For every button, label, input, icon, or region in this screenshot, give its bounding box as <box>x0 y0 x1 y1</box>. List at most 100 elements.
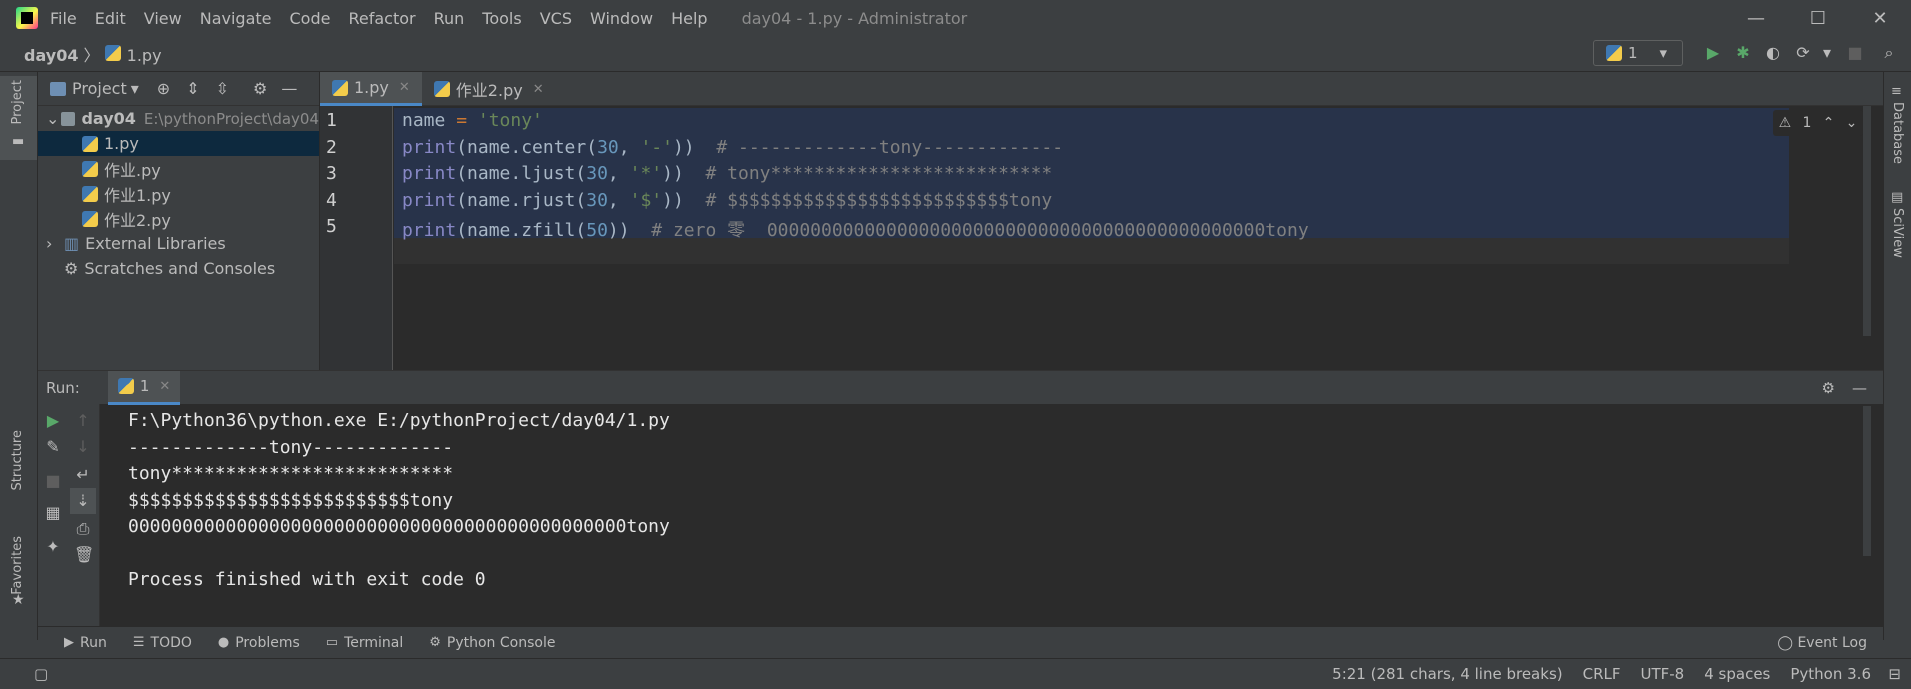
hide-icon[interactable]: — <box>1852 379 1867 397</box>
python-interpreter[interactable]: Python 3.6 <box>1790 665 1871 683</box>
line-separator[interactable]: CRLF <box>1583 665 1621 683</box>
bottom-tab-problems[interactable]: ● Problems <box>218 635 300 651</box>
pycharm-logo-icon <box>16 7 38 29</box>
chevron-down-icon[interactable]: ⌄ <box>1846 115 1858 131</box>
menu-item-vcs[interactable]: VCS <box>540 9 572 28</box>
code-token: '$' <box>629 189 663 211</box>
close-icon[interactable]: ✕ <box>533 82 544 97</box>
warning-icon: ⚠ <box>1778 115 1792 131</box>
project-tool-label[interactable]: Project <box>10 80 25 124</box>
tree-file[interactable]: 1.py <box>38 131 319 156</box>
menu-item-navigate[interactable]: Navigate <box>200 9 272 28</box>
tree-file[interactable]: 作业1.py <box>38 181 319 206</box>
run-icon[interactable]: ▶ <box>1704 44 1722 62</box>
gear-icon[interactable]: ⚙ <box>253 79 267 98</box>
lock-icon[interactable]: ⊟ <box>1888 665 1901 683</box>
console-scrollbar[interactable] <box>1863 406 1871 556</box>
indent-setting[interactable]: 4 spaces <box>1704 665 1770 683</box>
project-view-select[interactable]: Project <box>72 79 127 98</box>
tree-file[interactable]: 作业2.py <box>38 206 319 231</box>
bottom-tab-terminal[interactable]: ▭ Terminal <box>326 635 403 651</box>
python-icon <box>1606 45 1622 61</box>
wrench-icon[interactable]: ✎ <box>44 438 62 456</box>
event-log-icon: ◯ <box>1777 634 1798 651</box>
tree-external-libraries[interactable]: › ▥ External Libraries <box>38 231 319 256</box>
code-line[interactable]: print(name.rjust(30, '$')) # $$$$$$$$$$$… <box>402 190 1052 211</box>
editor-tab[interactable]: 1.py ✕ <box>320 72 422 106</box>
debug-icon[interactable]: ✱ <box>1734 44 1752 62</box>
code-token: (name.ljust( <box>456 163 587 184</box>
hide-icon[interactable]: — <box>281 79 297 98</box>
search-icon[interactable]: ⌕ <box>1880 44 1898 62</box>
tree-scratches[interactable]: ⚙ Scratches and Consoles <box>38 256 319 281</box>
file-list: 1.py 作业.py 作业1.py 作业2.py <box>38 131 319 231</box>
menu-item-view[interactable]: View <box>144 9 182 28</box>
stop-icon[interactable]: ■ <box>44 472 62 490</box>
stop-icon[interactable]: ■ <box>1846 44 1864 62</box>
code-token: )) <box>662 163 706 184</box>
menu-item-tools[interactable]: Tools <box>482 9 521 28</box>
run-config-select[interactable]: 1 ▾ <box>1593 40 1683 66</box>
console-line: 0000000000000000000000000000000000000000… <box>128 516 670 537</box>
inspection-widget[interactable]: ⚠ 1 ⌃ ⌄ <box>1773 110 1863 136</box>
editor-scrollbar[interactable] <box>1863 106 1871 336</box>
caret-position[interactable]: 5:21 (281 chars, 4 line breaks) <box>1332 665 1562 683</box>
minimize-icon[interactable]: — <box>1725 0 1787 36</box>
expand-all-icon[interactable]: ⇕ <box>186 79 199 98</box>
warning-count: 1 <box>1802 115 1812 131</box>
breadcrumb-project[interactable]: day04 <box>24 46 78 65</box>
tree-root-folder[interactable]: ⌄ day04 E:\pythonProject\day04 <box>38 106 319 131</box>
menu-item-help[interactable]: Help <box>671 9 707 28</box>
sciview-tool-label[interactable]: SciView <box>1890 208 1905 258</box>
scroll-to-end-icon[interactable]: ⇣ <box>70 488 96 514</box>
code-token: , <box>607 189 630 211</box>
arrow-up-icon[interactable]: ↑ <box>74 412 92 430</box>
code-token: name <box>402 110 457 131</box>
code-line[interactable]: name = 'tony' <box>402 110 543 131</box>
collapse-all-icon[interactable]: ⇳ <box>216 79 229 98</box>
bottom-tab-todo[interactable]: ☰ TODO <box>133 635 192 651</box>
database-tool-label[interactable]: Database <box>1890 102 1905 164</box>
code-line[interactable]: print(name.ljust(30, '*')) # tony*******… <box>402 163 1052 184</box>
bottom-tab-python-console[interactable]: ⚙ Python Console <box>429 635 555 651</box>
more-run-icon[interactable]: ▾ <box>1818 44 1836 62</box>
chevron-right-icon: › <box>46 234 53 253</box>
editor-tab[interactable]: 作业2.py ✕ <box>422 72 556 106</box>
pin-icon[interactable]: ✦ <box>44 538 62 556</box>
soft-wrap-icon[interactable]: ↵ <box>74 466 92 484</box>
coverage-icon[interactable]: ◐ <box>1764 44 1782 62</box>
menu-item-file[interactable]: File <box>50 9 77 28</box>
structure-tool-label[interactable]: Structure <box>10 430 25 490</box>
close-icon[interactable]: ✕ <box>399 80 410 95</box>
bottom-tab-run[interactable]: ▶ Run <box>64 635 107 651</box>
file-encoding[interactable]: UTF-8 <box>1641 665 1685 683</box>
rerun-icon[interactable]: ▶ <box>44 412 62 430</box>
chevron-down-icon: ▾ <box>1659 44 1668 62</box>
python-file-icon <box>82 210 98 227</box>
arrow-down-icon[interactable]: ↓ <box>74 438 92 456</box>
layout-icon[interactable]: ▦ <box>44 504 62 522</box>
print-icon[interactable]: ⎙ <box>74 520 92 538</box>
profile-icon[interactable]: ⟳ <box>1794 44 1812 62</box>
maximize-icon[interactable]: ☐ <box>1787 0 1849 36</box>
code-line[interactable]: print(name.center(30, '-')) # ----------… <box>402 137 1063 158</box>
event-log-button[interactable]: ◯ Event Log <box>1777 635 1867 651</box>
gear-icon[interactable]: ⚙ <box>1822 379 1835 397</box>
code-line[interactable]: print(name.zfill(50)) # zero 零 000000000… <box>402 216 1309 242</box>
menu-item-refactor[interactable]: Refactor <box>348 9 415 28</box>
chevron-up-icon[interactable]: ⌃ <box>1823 115 1835 131</box>
breadcrumb-file[interactable]: 1.py <box>127 46 162 65</box>
menu-item-code[interactable]: Code <box>290 9 331 28</box>
close-icon[interactable]: ✕ <box>159 379 170 394</box>
favorites-tool-label[interactable]: Favorites <box>10 536 25 595</box>
tree-file[interactable]: 作业.py <box>38 156 319 181</box>
trash-icon[interactable]: 🗑 <box>74 546 94 564</box>
menu-item-window[interactable]: Window <box>590 9 653 28</box>
run-tab[interactable]: 1 ✕ <box>107 370 181 405</box>
code-token: , <box>607 163 630 184</box>
locate-icon[interactable]: ⊕ <box>157 79 170 98</box>
toggle-tool-windows-icon[interactable]: ▢ <box>34 665 48 683</box>
menu-item-run[interactable]: Run <box>434 9 465 28</box>
close-icon[interactable]: ✕ <box>1849 0 1911 36</box>
menu-item-edit[interactable]: Edit <box>95 9 126 28</box>
